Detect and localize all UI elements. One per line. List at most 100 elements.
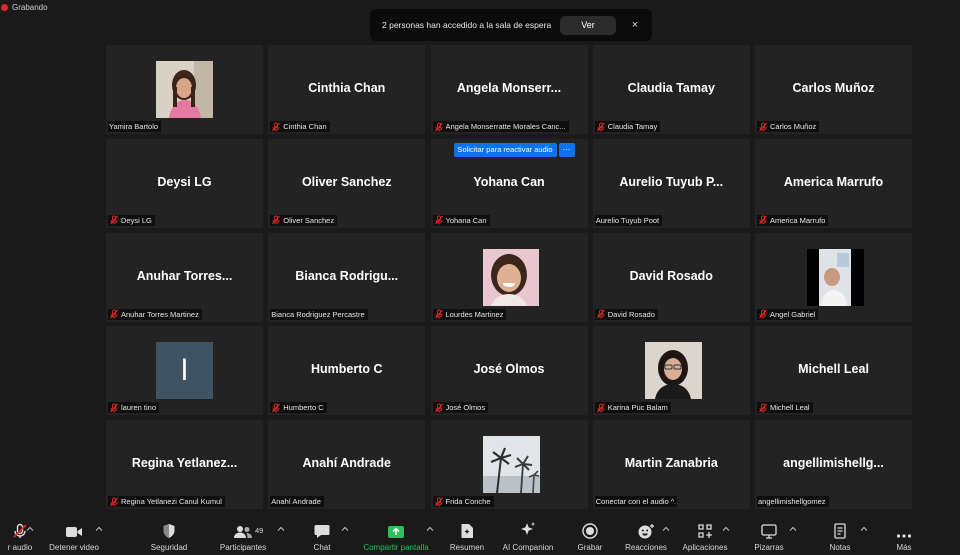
- participant-tile[interactable]: Yohana Can Solicitar para reactivar audio…: [430, 138, 588, 228]
- whiteboards-button[interactable]: Pizarras: [748, 513, 790, 555]
- reactions-button[interactable]: Reacciones: [622, 513, 670, 555]
- mic-muted-icon: [434, 122, 446, 132]
- mic-muted-icon: [271, 215, 283, 225]
- apps-button[interactable]: Aplicaciones: [676, 513, 734, 555]
- reactions-options-chevron-icon[interactable]: [662, 525, 670, 533]
- participant-tile[interactable]: José Olmos José Olmos: [430, 326, 588, 416]
- summary-button[interactable]: Resumen: [443, 513, 491, 555]
- participant-name-label: Karina Puc Balam: [594, 402, 671, 414]
- participant-tile[interactable]: angellimishellg... angellimishellgomez: [755, 420, 912, 509]
- participant-tile[interactable]: David Rosado David Rosado: [592, 232, 750, 322]
- participant-name-label: lauren tino: [108, 402, 160, 414]
- ai-companion-button[interactable]: AI Companion: [498, 513, 558, 555]
- participant-tile[interactable]: Anuhar Torres... Anuhar Torres Martinez: [106, 232, 263, 322]
- participant-tile[interactable]: Anahí Andrade Anahí Andrade: [268, 420, 426, 509]
- sparkle-icon: [521, 522, 535, 535]
- participant-name-label: Deysi LG: [108, 214, 155, 226]
- participant-name: José Olmos: [445, 403, 486, 413]
- participant-tile[interactable]: Claudia Tamay Claudia Tamay: [592, 45, 750, 134]
- participant-display-name: Deysi LG: [157, 174, 212, 189]
- participant-tile[interactable]: Martin Zanabria Conectar con el audio ^: [592, 420, 750, 509]
- participant-tile[interactable]: Bianca Rodrigu... Bianca Rodriguez Percas…: [268, 232, 426, 322]
- participant-tile[interactable]: l lauren tino: [106, 326, 263, 416]
- share-screen-button[interactable]: Compartir pantalla: [356, 513, 436, 555]
- notes-options-chevron-icon[interactable]: [860, 525, 868, 533]
- mic-muted-icon: [271, 122, 283, 132]
- whiteboards-label: Pizarras: [754, 543, 784, 552]
- participant-tile[interactable]: Cinthia Chan Cinthia Chan: [268, 45, 426, 134]
- participant-name-label: Anuhar Torres Martinez: [108, 308, 202, 320]
- record-button[interactable]: Grabar: [568, 513, 612, 555]
- participant-name-label: Regina Yetlanezi Canul Kumul: [108, 496, 225, 507]
- participant-tile[interactable]: Angela Monserr... Angela Monserratte Mora…: [430, 45, 588, 134]
- participant-name: Cinthia Chan: [283, 122, 327, 131]
- video-label: Detener video: [49, 543, 99, 552]
- record-icon: [582, 523, 598, 539]
- participant-tile[interactable]: Karina Puc Balam: [592, 326, 750, 416]
- unmute-request-group: Solicitar para reactivar audio ···: [453, 142, 575, 157]
- notes-button[interactable]: Notas: [822, 513, 858, 555]
- participant-display-name: Anahí Andrade: [302, 456, 391, 470]
- whiteboards-options-chevron-icon[interactable]: [789, 525, 797, 533]
- participant-name: America Marrufo: [770, 215, 826, 225]
- participants-count: 49: [255, 526, 264, 535]
- participant-video: [644, 342, 702, 400]
- participant-tile[interactable]: Carlos Muñoz Carlos Muñoz: [755, 45, 912, 134]
- participant-tile[interactable]: Deysi LG Deysi LG: [106, 138, 263, 228]
- video-options-chevron-icon[interactable]: [95, 525, 103, 533]
- mic-muted-icon: [758, 403, 770, 413]
- participant-name: Frida Conche: [445, 497, 491, 506]
- chat-bubble-icon: [314, 525, 330, 538]
- video-gallery: Yamira Bartolo Cinthia Chan Cinthia Chan An…: [106, 45, 916, 509]
- participant-video: [482, 248, 539, 306]
- audio-options-chevron-icon[interactable]: [26, 525, 34, 533]
- close-notification-icon[interactable]: ×: [628, 19, 642, 31]
- participant-name: Conectar con el audio ^: [595, 497, 675, 506]
- participant-tile[interactable]: Angel Gabriel: [755, 232, 912, 322]
- mic-muted-icon: [434, 309, 446, 319]
- record-label: Grabar: [577, 543, 603, 552]
- participant-tile[interactable]: Michell Leal Michell Leal: [755, 326, 912, 416]
- participant-name: Michell Leal: [770, 403, 810, 413]
- participant-name-label: Yohana Can: [432, 214, 490, 226]
- participant-tile[interactable]: America Marrufo America Marrufo: [755, 138, 912, 228]
- participant-tile[interactable]: Regina Yetlanez... Regina Yetlanezi Canul…: [106, 420, 263, 509]
- video-button[interactable]: Detener video: [44, 513, 104, 555]
- participants-options-chevron-icon[interactable]: [277, 525, 285, 533]
- tile-more-options-icon[interactable]: ···: [558, 142, 575, 157]
- participant-display-name: Cinthia Chan: [308, 81, 386, 95]
- record-dot-icon: [1, 3, 8, 11]
- participant-name-label: America Marrufo: [757, 214, 829, 226]
- mic-muted-icon: [596, 309, 608, 319]
- ask-to-unmute-button[interactable]: Solicitar para reactivar audio: [453, 142, 557, 157]
- meeting-toolbar: r audio Detener video Seguridad Particip…: [0, 513, 960, 555]
- mic-muted-icon: [758, 215, 770, 225]
- participant-name: Carlos Muñoz: [770, 122, 817, 131]
- security-label: Seguridad: [150, 543, 188, 552]
- more-dots-icon: [896, 534, 912, 538]
- chat-options-chevron-icon[interactable]: [341, 525, 349, 533]
- mic-muted-icon: [109, 309, 121, 319]
- participant-tile[interactable]: Aurelio Tuyub P... Aurelio Tuyub Poot: [592, 138, 750, 228]
- chat-button[interactable]: Chat: [300, 513, 344, 555]
- more-button[interactable]: Más: [890, 513, 918, 555]
- participant-tile[interactable]: Frida Conche: [430, 420, 588, 509]
- participant-name-label: Michell Leal: [757, 402, 813, 414]
- view-waiting-room-button[interactable]: Ver: [560, 15, 616, 35]
- share-options-chevron-icon[interactable]: [426, 525, 434, 533]
- participant-name: Oliver Sanchez: [283, 215, 335, 225]
- participant-name-label: Oliver Sanchez: [270, 214, 338, 226]
- participant-name-label: Conectar con el audio ^: [594, 496, 678, 507]
- security-button[interactable]: Seguridad: [140, 513, 198, 555]
- participant-name-label: Aurelio Tuyub Poot: [594, 214, 663, 226]
- waiting-room-notification: 2 personas han accedido a la sala de esp…: [370, 9, 652, 41]
- participant-display-name: Yohana Can: [473, 174, 545, 189]
- participant-tile[interactable]: Humberto C Humberto C: [268, 326, 426, 416]
- participant-tile[interactable]: Lourdes Martinez: [430, 232, 588, 322]
- recording-label: Grabando: [12, 2, 48, 12]
- share-screen-label: Compartir pantalla: [363, 543, 429, 552]
- audio-button[interactable]: r audio: [0, 513, 40, 555]
- participant-tile[interactable]: Oliver Sanchez Oliver Sanchez: [268, 138, 426, 228]
- participant-tile[interactable]: Yamira Bartolo: [106, 45, 263, 134]
- apps-options-chevron-icon[interactable]: [722, 525, 730, 533]
